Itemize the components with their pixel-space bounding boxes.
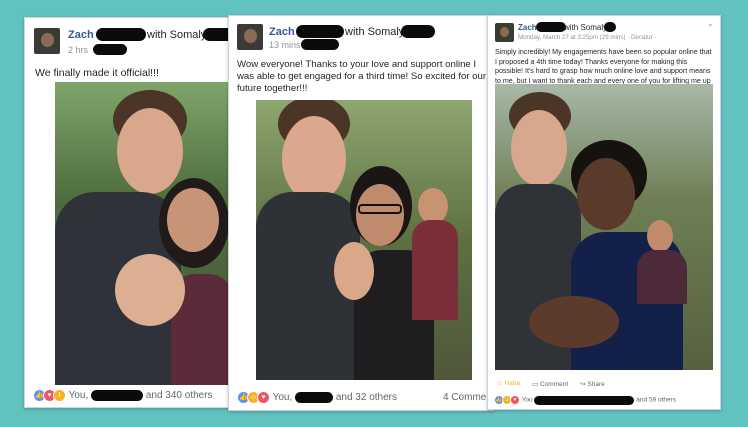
redaction-bar [96, 28, 146, 41]
woman-face [167, 188, 219, 252]
author-name[interactable]: Zach [68, 29, 94, 41]
post-text: Wow everyone! Thanks to your love and su… [237, 59, 487, 94]
avatar[interactable] [237, 24, 263, 50]
reaction-others: and 340 others [145, 390, 213, 402]
avatar[interactable] [495, 23, 514, 42]
comment-label: Comment [539, 381, 569, 388]
woman-face [577, 158, 635, 230]
redaction-bar [301, 39, 339, 50]
reaction-summary[interactable]: 👍 ☺ ♥ You, and 32 others [237, 391, 397, 404]
reaction-others: and 32 others [335, 392, 397, 404]
redaction-bar [604, 22, 616, 32]
reaction-others: and 59 others [636, 396, 677, 404]
chevron-down-icon[interactable]: ⌄ [707, 19, 714, 28]
post-photo[interactable] [495, 84, 713, 370]
author-name[interactable]: Zach [518, 23, 537, 32]
love-icon: ♥ [510, 395, 520, 405]
action-bar: ☺ Haha ▭ Comment ↪ Share [496, 380, 605, 388]
haha-button[interactable]: ☺ Haha [496, 380, 520, 388]
background-woman [418, 188, 448, 224]
redaction-bar [93, 44, 127, 55]
post-timestamp[interactable]: 13 mins [269, 40, 301, 50]
with-tag[interactable]: with Somaly [564, 23, 607, 32]
redaction-bar [536, 22, 566, 32]
man-face [511, 110, 567, 186]
post-photo[interactable] [55, 82, 233, 385]
redaction-bar [296, 25, 344, 38]
reaction-summary[interactable]: 👍 ♥! You, and 340 others [33, 389, 213, 402]
avatar[interactable] [34, 28, 60, 54]
with-tag[interactable]: with Somaly [345, 26, 404, 38]
with-tag[interactable]: with Somaly [147, 29, 206, 41]
ring-hand [115, 254, 185, 326]
redaction-bar [534, 395, 635, 405]
glasses [358, 204, 402, 214]
love-icon: ♥ [257, 391, 270, 404]
share-button[interactable]: ↪ Share [580, 380, 605, 388]
background-woman [647, 220, 673, 252]
ring-hand [529, 296, 619, 348]
redaction-bar [295, 392, 334, 403]
ring-hand [334, 242, 374, 300]
reaction-you: You [521, 396, 533, 404]
post-card-2: Zach with Somaly 13 mins Wow everyone! T… [228, 15, 494, 411]
man-face [282, 116, 346, 202]
wow-icon: ! [53, 389, 66, 402]
post-timestamp[interactable]: Monday, March 27 at 3:25pm (29 mins) · D… [518, 34, 656, 41]
reaction-you: You, [68, 390, 89, 402]
reaction-you: You, [272, 392, 293, 404]
haha-label: Haha [504, 380, 520, 387]
post-card-1: Zach with Somaly 2 hrs We finally made i… [24, 17, 248, 408]
post-photo[interactable] [256, 100, 472, 380]
background-dress [637, 250, 687, 304]
post-card-3: Zach with Somaly Monday, March 27 at 3:2… [487, 15, 721, 410]
redaction-bar [401, 25, 435, 38]
reaction-summary[interactable]: 👍 ☺ ♥ You and 59 others [494, 395, 676, 405]
share-label: Share [587, 381, 605, 388]
comment-button[interactable]: ▭ Comment [532, 380, 568, 388]
woman-face [356, 184, 404, 246]
man-face [117, 108, 183, 194]
background-dress [412, 220, 458, 320]
post-text: We finally made it official!!! [35, 67, 159, 79]
post-timestamp[interactable]: 2 hrs [68, 45, 88, 55]
author-name[interactable]: Zach [269, 26, 295, 38]
redaction-bar [91, 390, 144, 401]
